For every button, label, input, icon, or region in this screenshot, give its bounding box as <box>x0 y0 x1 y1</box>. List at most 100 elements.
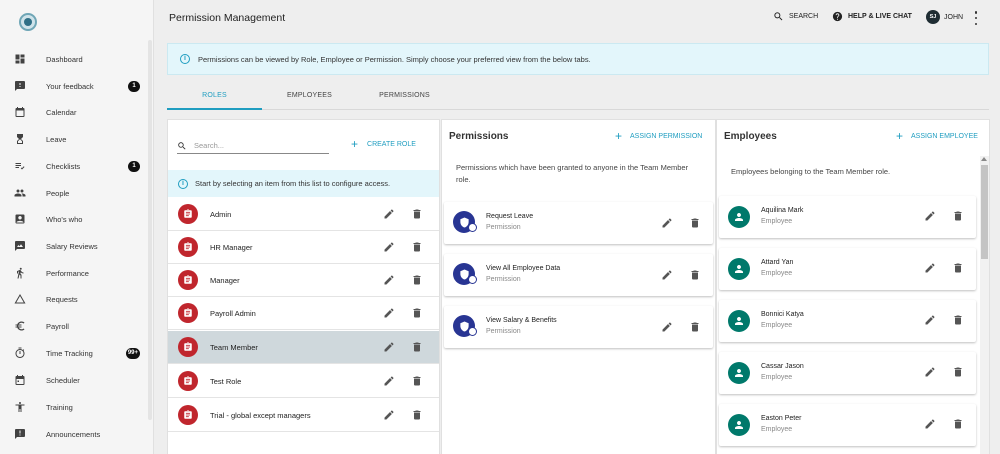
edit-icon[interactable] <box>383 241 395 253</box>
sidebar-scrollbar[interactable] <box>148 40 152 420</box>
sidebar-item-requests[interactable]: Requests <box>0 286 148 312</box>
sidebar: Dashboard Your feedback 1 Calendar Leave… <box>0 0 154 454</box>
user-name: JOHN <box>944 13 964 21</box>
edit-icon[interactable] <box>661 321 673 333</box>
people-icon <box>14 187 26 199</box>
role-search-input[interactable] <box>194 141 324 150</box>
tab-employees[interactable]: EMPLOYEES <box>262 82 357 110</box>
delete-icon[interactable] <box>952 418 964 430</box>
edit-icon[interactable] <box>383 409 395 421</box>
edit-icon[interactable] <box>383 274 395 286</box>
employee-subtitle: Employee <box>761 322 793 329</box>
more-options-icon[interactable] <box>973 11 979 25</box>
delete-icon[interactable] <box>689 269 701 281</box>
role-row-test-role[interactable]: Test Role <box>168 365 439 398</box>
dashboard-icon <box>14 53 26 65</box>
delete-icon[interactable] <box>952 262 964 274</box>
sidebar-item-dashboard[interactable]: Dashboard <box>0 46 148 72</box>
permission-title: Request Leave <box>486 213 534 220</box>
employee-card[interactable]: Attard Yan Employee <box>719 248 976 290</box>
employee-card[interactable]: Easton Peter Employee <box>719 404 976 446</box>
edit-icon[interactable] <box>924 314 936 326</box>
edit-icon[interactable] <box>924 262 936 274</box>
view-tabs: ROLES EMPLOYEES PERMISSIONS <box>167 82 989 110</box>
sidebar-item-training[interactable]: Training <box>0 394 148 420</box>
company-logo[interactable] <box>19 13 37 31</box>
search-label: SEARCH <box>789 13 819 20</box>
permission-card[interactable]: Request Leave Permission <box>444 202 713 244</box>
employee-name: Cassar Jason <box>761 363 804 370</box>
delete-icon[interactable] <box>411 409 423 421</box>
permission-card[interactable]: View All Employee Data Permission <box>444 254 713 296</box>
edit-icon[interactable] <box>924 366 936 378</box>
sidebar-item-label: Requests <box>46 294 78 304</box>
plus-icon: + <box>615 129 623 143</box>
sidebar-item-performance[interactable]: Performance <box>0 260 148 286</box>
sidebar-item-calendar[interactable]: Calendar <box>0 99 148 125</box>
search-button[interactable]: SEARCH <box>773 11 818 22</box>
sidebar-item-label: Performance <box>46 268 89 278</box>
tab-roles[interactable]: ROLES <box>167 82 262 110</box>
edit-icon[interactable] <box>924 418 936 430</box>
delete-icon[interactable] <box>952 314 964 326</box>
delete-icon[interactable] <box>411 241 423 253</box>
permission-title: View Salary & Benefits <box>486 317 557 324</box>
delete-icon[interactable] <box>411 307 423 319</box>
role-label: Manager <box>210 275 240 285</box>
delete-icon[interactable] <box>411 208 423 220</box>
edit-icon[interactable] <box>383 375 395 387</box>
delete-icon[interactable] <box>411 274 423 286</box>
delete-icon[interactable] <box>411 341 423 353</box>
role-row-admin[interactable]: Admin <box>168 198 439 231</box>
role-label: Trial - global except managers <box>210 410 311 420</box>
edit-icon[interactable] <box>383 307 395 319</box>
sidebar-item-payroll[interactable]: Payroll <box>0 313 148 339</box>
scrollbar-thumb[interactable] <box>981 165 988 259</box>
sidebar-item-checklists[interactable]: Checklists 1 <box>0 153 148 179</box>
employees-scrollbar[interactable] <box>980 156 989 454</box>
role-row-payroll-admin[interactable]: Payroll Admin <box>168 297 439 330</box>
sidebar-item-scheduler[interactable]: Scheduler <box>0 367 148 393</box>
delete-icon[interactable] <box>689 217 701 229</box>
sidebar-item-leave[interactable]: Leave <box>0 126 148 152</box>
edit-icon[interactable] <box>661 269 673 281</box>
sidebar-item-label: Your feedback <box>46 81 94 91</box>
user-menu[interactable]: SJ JOHN <box>926 10 963 24</box>
employee-card[interactable]: Bonnici Katya Employee <box>719 300 976 342</box>
create-role-button[interactable]: + CREATE ROLE <box>351 138 416 150</box>
create-role-label: CREATE ROLE <box>367 140 416 148</box>
employee-card[interactable]: Aquilina Mark Employee <box>719 196 976 238</box>
permissions-description: Permissions which have been granted to a… <box>456 163 689 184</box>
help-live-chat-button[interactable]: HELP & LIVE CHAT <box>832 11 912 22</box>
role-row-trial-global[interactable]: Trial - global except managers <box>168 399 439 432</box>
salary-reviews-icon <box>14 240 26 252</box>
edit-icon[interactable] <box>383 208 395 220</box>
assign-permission-button[interactable]: + ASSIGN PERMISSION <box>615 129 702 143</box>
sidebar-item-your-feedback[interactable]: Your feedback 1 <box>0 73 148 99</box>
delete-icon[interactable] <box>952 210 964 222</box>
tab-permissions[interactable]: PERMISSIONS <box>357 82 452 110</box>
role-row-manager[interactable]: Manager <box>168 264 439 297</box>
person-icon <box>728 258 750 280</box>
training-icon <box>14 401 26 413</box>
role-label: HR Manager <box>210 242 253 252</box>
sidebar-item-announcements[interactable]: Announcements <box>0 421 148 447</box>
assign-employee-button[interactable]: + ASSIGN EMPLOYEE <box>896 130 978 142</box>
sidebar-item-whos-who[interactable]: Who's who <box>0 206 148 232</box>
scroll-up-icon[interactable] <box>981 157 987 161</box>
person-icon <box>728 362 750 384</box>
edit-icon[interactable] <box>924 210 936 222</box>
delete-icon[interactable] <box>411 375 423 387</box>
employee-card[interactable]: Cassar Jason Employee <box>719 352 976 394</box>
delete-icon[interactable] <box>689 321 701 333</box>
delete-icon[interactable] <box>952 366 964 378</box>
sidebar-item-salary-reviews[interactable]: Salary Reviews <box>0 233 148 259</box>
edit-icon[interactable] <box>383 341 395 353</box>
employees-panel: Employees + ASSIGN EMPLOYEE Employees be… <box>716 119 990 454</box>
role-row-hr-manager[interactable]: HR Manager <box>168 231 439 264</box>
edit-icon[interactable] <box>661 217 673 229</box>
sidebar-item-people[interactable]: People <box>0 180 148 206</box>
permission-card[interactable]: View Salary & Benefits Permission <box>444 306 713 348</box>
role-row-team-member[interactable]: Team Member <box>168 331 439 364</box>
sidebar-item-time-tracking[interactable]: Time Tracking 99+ <box>0 340 148 366</box>
